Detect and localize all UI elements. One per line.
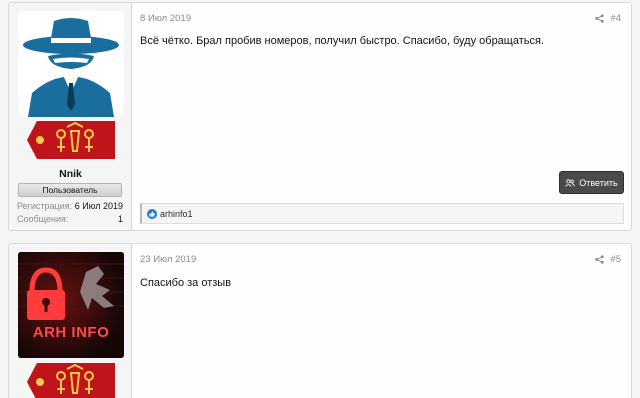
avatar[interactable]: [18, 252, 124, 358]
post-4: Nnik Пользователь Регистрация: 6 Июл 201…: [8, 2, 632, 231]
share-icon[interactable]: [595, 14, 604, 23]
post-5: ARH INFO 23 Июл 2019 #5 Спасибо за отзыв: [8, 243, 632, 398]
user-title-badge: Пользователь: [18, 183, 122, 197]
rank-banner: [27, 363, 115, 398]
rank-banner-icon: [27, 363, 115, 398]
stat-value[interactable]: 1: [118, 214, 123, 224]
post-message-text: Спасибо за отзыв: [140, 277, 232, 289]
reactions-bar: arhinfo1: [140, 203, 624, 224]
post-number-link[interactable]: #5: [610, 254, 621, 265]
stat-label: Сообщения:: [17, 214, 69, 224]
thumbs-up-icon: [147, 208, 157, 219]
reply-button[interactable]: Ответить: [559, 171, 624, 194]
user-info-panel: ARH INFO: [9, 244, 132, 398]
share-icon[interactable]: [595, 255, 604, 264]
padlock-icon: [18, 252, 124, 358]
username[interactable]: Nnik: [9, 168, 132, 180]
reply-button-label: Ответить: [579, 177, 618, 188]
user-info-panel: Nnik Пользователь Регистрация: 6 Июл 201…: [9, 3, 132, 230]
rank-banner-icon: [27, 121, 115, 159]
avatar[interactable]: [18, 11, 124, 117]
spy-hat-icon: [23, 18, 119, 117]
post-message-text: Всё чётко. Брал пробив номеров, получил …: [140, 35, 545, 47]
stat-registration: Регистрация: 6 Июл 2019: [17, 201, 123, 211]
rank-banner: [27, 121, 115, 159]
post-date[interactable]: 23 Июл 2019: [140, 254, 196, 265]
post-date[interactable]: 8 Июл 2019: [140, 13, 191, 24]
stat-value: 6 Июл 2019: [74, 201, 123, 211]
avatar-logo-text: ARH INFO: [32, 324, 110, 341]
post-number-link[interactable]: #4: [610, 13, 621, 24]
reaction-user-link[interactable]: arhinfo1: [160, 209, 193, 219]
stat-label: Регистрация:: [17, 201, 73, 211]
users-icon: [565, 178, 576, 187]
stat-messages: Сообщения: 1: [17, 214, 123, 224]
